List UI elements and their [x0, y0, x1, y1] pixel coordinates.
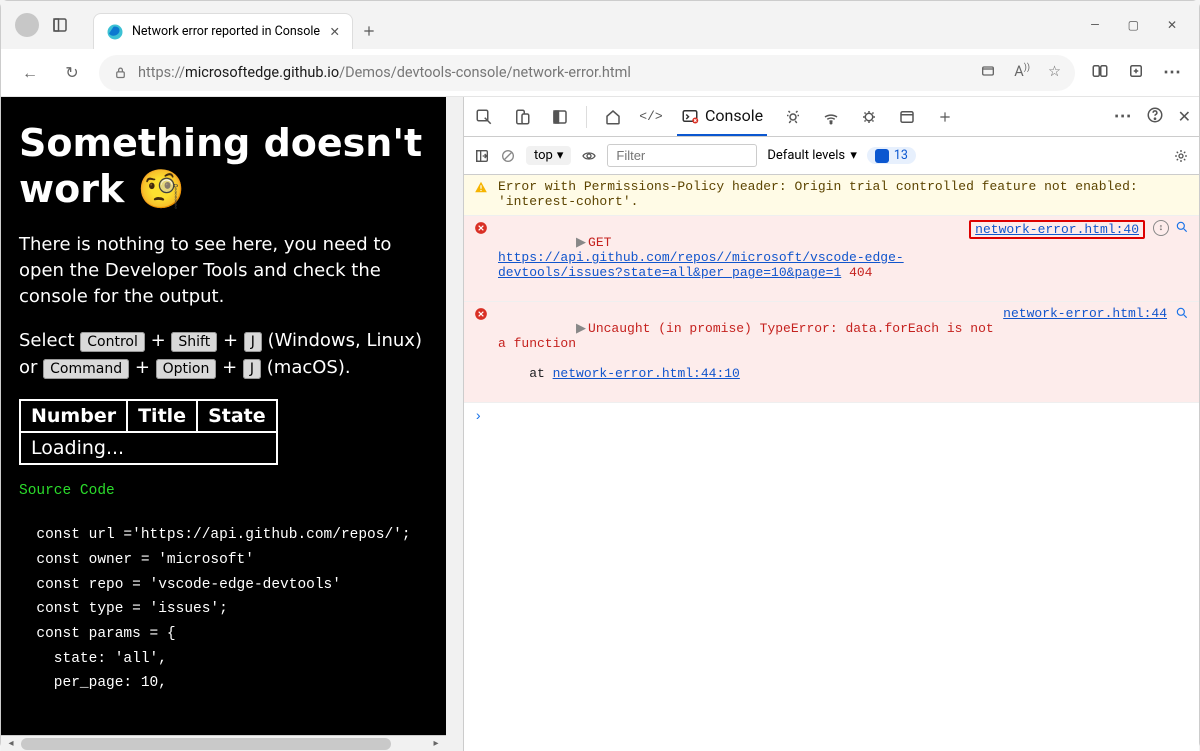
- issues-table: NumberTitleState Loading...: [19, 399, 278, 465]
- context-selector[interactable]: top ▾: [526, 146, 571, 165]
- kbd-command: Command: [43, 359, 129, 379]
- tab-title: Network error reported in Console: [132, 24, 320, 39]
- error-icon: [474, 307, 490, 325]
- application-tab-icon[interactable]: [895, 105, 919, 129]
- devtools-more-icon[interactable]: ⋯: [1114, 106, 1132, 127]
- console-prompt[interactable]: ›: [464, 403, 1199, 431]
- console-filter-input[interactable]: [607, 144, 757, 167]
- clear-console-icon[interactable]: [500, 148, 516, 164]
- source-code-block: const url ='https://api.github.com/repos…: [19, 499, 428, 696]
- devtools-panel: </> Console ⋯ ✕ top ▾ Default levels ▾: [463, 97, 1199, 751]
- devtools-close-icon[interactable]: ✕: [1178, 107, 1191, 126]
- network-tab-icon[interactable]: [819, 105, 843, 129]
- performance-tab-icon[interactable]: [857, 105, 881, 129]
- lock-icon: [113, 65, 128, 80]
- kbd-j-2: J: [243, 359, 261, 379]
- error-icon: [474, 221, 490, 239]
- console-settings-icon[interactable]: [1173, 148, 1189, 164]
- console-toolbar: top ▾ Default levels ▾ 13: [464, 137, 1199, 175]
- url-text: https://microsoftedge.github.io/Demos/de…: [138, 64, 631, 81]
- window-minimize-icon[interactable]: —: [1090, 18, 1099, 32]
- browser-titlebar: Network error reported in Console ✕ — ▢ …: [1, 1, 1199, 49]
- console-tab[interactable]: Console: [677, 97, 767, 136]
- expand-caret-icon[interactable]: ▶: [576, 235, 586, 250]
- favorite-icon[interactable]: ☆: [1048, 63, 1061, 83]
- live-expression-icon[interactable]: [581, 148, 597, 164]
- browser-tab[interactable]: Network error reported in Console ✕: [93, 13, 353, 49]
- table-loading-cell: Loading...: [20, 432, 277, 464]
- request-initiator-icon[interactable]: ↕: [1153, 220, 1169, 236]
- chevron-down-icon: ▾: [557, 148, 564, 163]
- window-close-icon[interactable]: ✕: [1167, 18, 1177, 32]
- split-screen-icon[interactable]: [1091, 62, 1109, 84]
- error-2-message: ▶Uncaught (in promise) TypeError: data.f…: [498, 306, 995, 396]
- collections-icon[interactable]: [1127, 62, 1145, 84]
- kbd-shift: Shift: [171, 332, 217, 352]
- page-horizontal-scrollbar[interactable]: ◂ ▸: [1, 735, 446, 751]
- magnifier-icon[interactable]: [1175, 306, 1189, 324]
- workspaces-icon[interactable]: [43, 8, 77, 42]
- elements-tab-icon[interactable]: </>: [639, 105, 663, 129]
- kbd-control: Control: [80, 332, 145, 352]
- tab-close-icon[interactable]: ✕: [330, 24, 340, 40]
- error-1-source-link[interactable]: network-error.html:40: [969, 220, 1145, 239]
- error-1-url-link[interactable]: https://api.github.com/repos//microsoft/…: [498, 250, 904, 280]
- device-emulation-icon[interactable]: [510, 105, 534, 129]
- error-2-source-link[interactable]: network-error.html:44: [1003, 306, 1167, 321]
- console-error-row-1[interactable]: ▶GET https://api.github.com/repos//micro…: [464, 216, 1199, 302]
- more-menu-icon[interactable]: ⋯: [1163, 62, 1181, 84]
- address-field[interactable]: https://microsoftedge.github.io/Demos/de…: [99, 55, 1075, 91]
- log-level-selector[interactable]: Default levels ▾: [767, 148, 857, 163]
- console-warning-row[interactable]: Error with Permissions-Policy header: Or…: [464, 175, 1199, 216]
- profile-avatar[interactable]: [15, 13, 39, 37]
- address-bar-row: ← ↻ https://microsoftedge.github.io/Demo…: [1, 49, 1199, 97]
- new-tab-button[interactable]: [353, 13, 385, 49]
- page-heading: Something doesn't work 🧐: [19, 121, 428, 212]
- more-tabs-icon[interactable]: [933, 105, 957, 129]
- console-error-row-2[interactable]: ▶Uncaught (in promise) TypeError: data.f…: [464, 302, 1199, 403]
- nav-refresh-button[interactable]: ↻: [57, 63, 87, 82]
- edge-icon: [106, 23, 124, 41]
- issues-counter[interactable]: 13: [867, 147, 916, 164]
- magnifier-icon[interactable]: [1175, 220, 1189, 238]
- warning-message: Error with Permissions-Policy header: Or…: [498, 179, 1189, 209]
- dock-side-icon[interactable]: [548, 105, 572, 129]
- source-code-heading: Source Code: [19, 483, 428, 499]
- devtools-tabstrip: </> Console ⋯ ✕: [464, 97, 1199, 137]
- page-intro: There is nothing to see here, you need t…: [19, 232, 428, 310]
- error-2-stack-link[interactable]: network-error.html:44:10: [553, 366, 740, 381]
- sources-tab-icon[interactable]: [781, 105, 805, 129]
- console-log-area: Error with Permissions-Policy header: Or…: [464, 175, 1199, 751]
- page-kbd-line: Select Control + Shift + J (Windows, Lin…: [19, 328, 428, 380]
- read-aloud-icon[interactable]: A)): [1014, 63, 1030, 83]
- expand-caret-icon[interactable]: ▶: [576, 321, 586, 336]
- warning-icon: [474, 180, 490, 198]
- nav-back-button[interactable]: ←: [15, 63, 45, 83]
- window-maximize-icon[interactable]: ▢: [1128, 18, 1139, 32]
- devtools-help-icon[interactable]: [1146, 106, 1164, 128]
- kbd-option: Option: [156, 359, 217, 379]
- error-1-message: ▶GET https://api.github.com/repos//micro…: [498, 220, 961, 295]
- issues-icon: [875, 149, 889, 163]
- inspect-element-icon[interactable]: [472, 105, 496, 129]
- app-available-icon[interactable]: [980, 63, 996, 83]
- kbd-j: J: [244, 332, 262, 352]
- toggle-sidebar-icon[interactable]: [474, 148, 490, 164]
- welcome-tab-icon[interactable]: [601, 105, 625, 129]
- page-viewport: Something doesn't work 🧐 There is nothin…: [1, 97, 446, 751]
- page-vertical-scrollbar[interactable]: [446, 97, 463, 751]
- console-tab-icon: [681, 107, 699, 125]
